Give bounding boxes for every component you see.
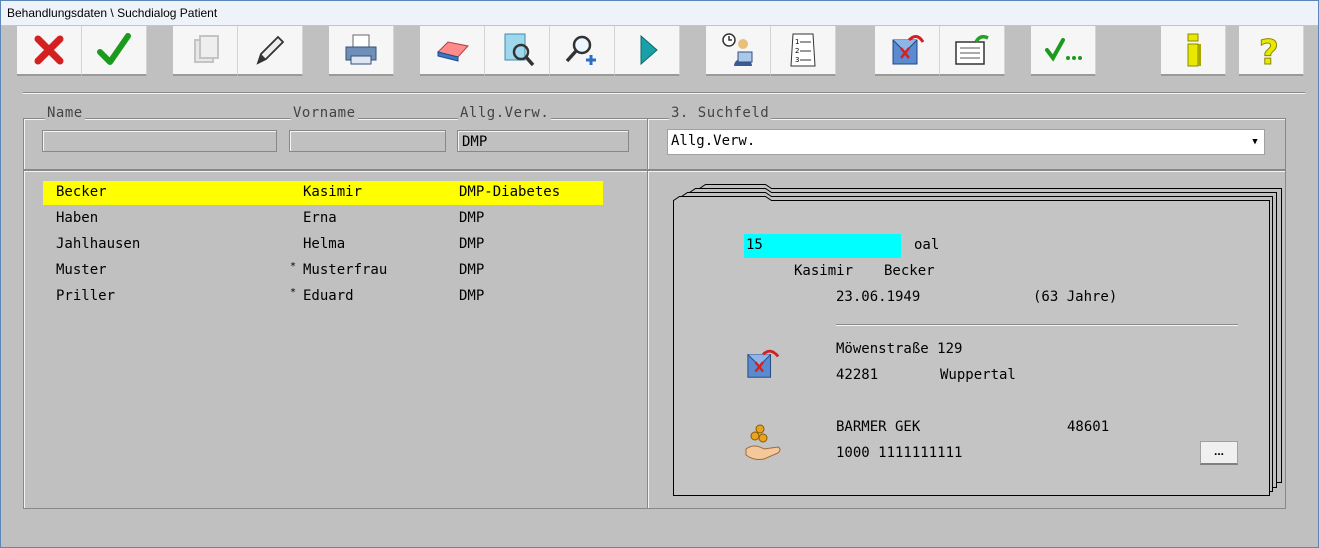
print-button[interactable] bbox=[329, 26, 394, 76]
patient-name: Haben bbox=[56, 210, 99, 226]
copy-icon bbox=[194, 35, 219, 63]
close-icon bbox=[34, 35, 64, 65]
patient-name: Priller bbox=[56, 288, 116, 304]
edit-icon bbox=[256, 35, 285, 65]
print-icon bbox=[345, 34, 377, 65]
name-input[interactable] bbox=[42, 130, 277, 152]
patient-name: Jahlhausen bbox=[56, 236, 141, 252]
detail-divider bbox=[836, 324, 1238, 326]
hand-coins-icon bbox=[745, 424, 781, 460]
detail-vorname: Kasimir bbox=[794, 263, 854, 279]
play-icon bbox=[640, 34, 658, 66]
document-search-icon bbox=[504, 33, 535, 67]
detail-insurance-number: 1000 1111111111 bbox=[836, 445, 963, 461]
toolbar-separator bbox=[23, 92, 1305, 94]
patient-allg: DMP bbox=[459, 236, 485, 252]
name-label: Name bbox=[45, 105, 85, 121]
patient-allg: DMP bbox=[459, 288, 485, 304]
erase-button[interactable] bbox=[420, 26, 485, 76]
patient-row[interactable]: Jahlhausen Helma DMP bbox=[43, 233, 603, 257]
detail-city: Wuppertal bbox=[940, 367, 1016, 383]
svg-text:2: 2 bbox=[795, 47, 799, 55]
svg-text:3: 3 bbox=[795, 56, 799, 64]
patient-id-highlight bbox=[744, 234, 901, 258]
play-button[interactable] bbox=[615, 26, 680, 76]
info-button[interactable] bbox=[1161, 26, 1226, 76]
patient-name: Becker bbox=[56, 184, 107, 200]
patient-marker: * bbox=[290, 287, 297, 298]
patient-allg: DMP bbox=[459, 262, 485, 278]
detail-birthdate: 23.06.1949 bbox=[836, 289, 921, 305]
allg-verw-label: Allg.Verw. bbox=[458, 105, 552, 121]
patient-vorname: Erna bbox=[303, 210, 337, 226]
export-card-button[interactable] bbox=[940, 26, 1005, 76]
patient-vorname: Helma bbox=[303, 236, 346, 252]
appointment-icon bbox=[722, 33, 753, 66]
check-more-button[interactable] bbox=[1031, 26, 1096, 76]
patient-row[interactable]: Muster * Musterfrau DMP bbox=[43, 259, 603, 283]
appointment-button[interactable] bbox=[706, 26, 771, 76]
confirm-icon bbox=[97, 33, 131, 65]
eraser-icon bbox=[437, 41, 469, 62]
allg-verw-input[interactable]: DMP bbox=[457, 130, 629, 152]
copy-button[interactable] bbox=[173, 26, 238, 76]
patient-row[interactable]: Priller * Eduard DMP bbox=[43, 285, 603, 309]
title-bar: Behandlungsdaten \ Suchdialog Patient bbox=[1, 1, 1318, 26]
zoom-in-button[interactable] bbox=[550, 26, 615, 76]
patient-row[interactable]: Haben Erna DMP bbox=[43, 207, 603, 231]
export-card-icon bbox=[955, 34, 989, 65]
detail-insurance: BARMER GEK bbox=[836, 419, 921, 435]
more-button[interactable]: ... bbox=[1200, 441, 1238, 465]
check-more-icon bbox=[1045, 38, 1082, 62]
help-icon: ? bbox=[1259, 33, 1280, 71]
vorname-input[interactable] bbox=[289, 130, 446, 152]
main-window: Behandlungsdaten \ Suchdialog Patient 12… bbox=[0, 0, 1319, 548]
close-button[interactable] bbox=[17, 26, 82, 76]
svg-text:1: 1 bbox=[795, 38, 799, 46]
help-button[interactable]: ? bbox=[1239, 26, 1304, 76]
detail-zip: 42281 bbox=[836, 367, 879, 383]
patient-allg: DMP bbox=[459, 210, 485, 226]
window-title: Behandlungsdaten \ Suchdialog Patient bbox=[7, 6, 218, 20]
patient-id: 15 bbox=[746, 237, 763, 253]
patient-vorname: Kasimir bbox=[303, 184, 363, 200]
third-search-field-value: Allg.Verw. bbox=[671, 133, 756, 149]
patient-vorname: Musterfrau bbox=[303, 262, 388, 278]
info-icon bbox=[1187, 33, 1201, 67]
vorname-label: Vorname bbox=[291, 105, 358, 121]
bdt-export-button[interactable] bbox=[875, 26, 940, 76]
patient-row[interactable]: Becker Kasimir DMP-Diabetes bbox=[43, 181, 603, 205]
detail-name: Becker bbox=[884, 263, 935, 279]
chevron-down-icon[interactable]: ▼ bbox=[1246, 130, 1264, 154]
svg-text:?: ? bbox=[1259, 33, 1279, 70]
bdt-address-icon bbox=[747, 349, 780, 378]
third-search-field-label: 3. Suchfeld bbox=[669, 105, 772, 121]
detail-age: (63 Jahre) bbox=[1033, 289, 1118, 305]
edit-button[interactable] bbox=[238, 26, 303, 76]
bdt-export-icon bbox=[892, 35, 925, 65]
third-search-field-select[interactable]: Allg.Verw. ▼ bbox=[667, 129, 1265, 155]
document-search-button[interactable] bbox=[485, 26, 550, 76]
patient-vorname: Eduard bbox=[303, 288, 354, 304]
patient-id-suffix: oal bbox=[914, 237, 940, 253]
detail-insurance-code: 48601 bbox=[1067, 419, 1110, 435]
patient-name: Muster bbox=[56, 262, 107, 278]
patient-allg: DMP-Diabetes bbox=[459, 184, 561, 200]
patient-marker: * bbox=[290, 261, 297, 272]
numbered-list-button[interactable]: 123 bbox=[771, 26, 836, 76]
numbered-list-icon: 123 bbox=[790, 33, 816, 67]
confirm-button[interactable] bbox=[82, 26, 147, 76]
zoom-in-icon bbox=[565, 35, 596, 65]
detail-street: Möwenstraße 129 bbox=[836, 341, 963, 357]
